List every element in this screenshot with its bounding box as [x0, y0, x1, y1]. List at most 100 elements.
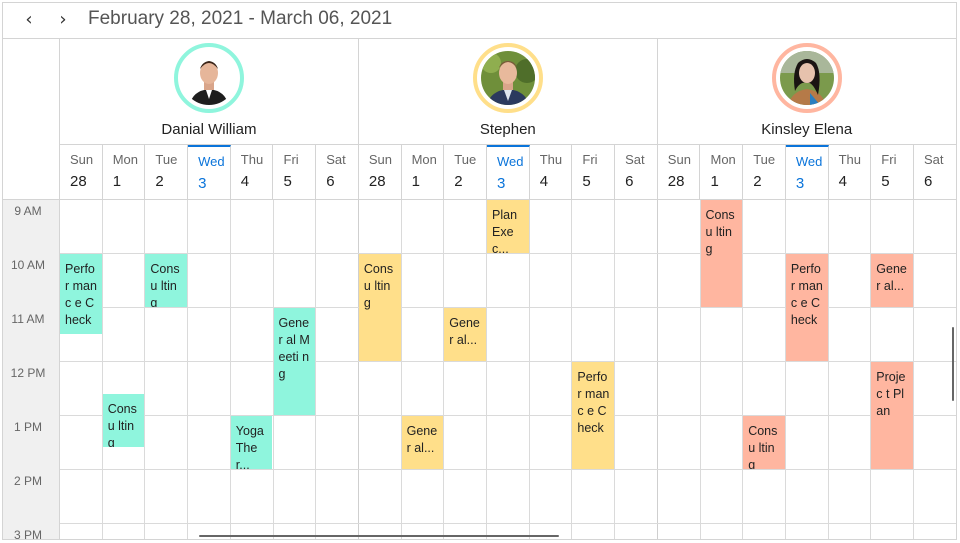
appointment[interactable]: Consu lting — [145, 254, 188, 307]
day-date: 28 — [667, 173, 685, 190]
appointment-subject: Gener al... — [406, 424, 438, 455]
appointment[interactable]: Gener al... — [871, 254, 913, 307]
time-label: 12 PM — [10, 366, 46, 380]
time-label: 11 AM — [11, 312, 45, 326]
avatar-photo — [182, 51, 237, 105]
day-date: 2 — [753, 173, 762, 190]
appointment[interactable]: Consu lting — [358, 254, 401, 361]
avatar-photo — [780, 51, 835, 105]
day-header[interactable]: Sat 6 — [914, 145, 956, 200]
next-week-button[interactable]: › — [53, 9, 73, 31]
appointment-subject: Perfor manc e Check — [65, 262, 97, 327]
day-header[interactable]: Fri 5 — [871, 145, 914, 200]
resource-name: Kinsley Elena — [761, 121, 853, 138]
appointment[interactable]: Perfor manc e Check — [785, 254, 828, 361]
day-header[interactable]: Sun 28 — [359, 145, 402, 200]
day-date: 6 — [625, 173, 634, 190]
day-name: Wed — [795, 154, 823, 169]
appointment[interactable]: Gener al... — [401, 416, 444, 469]
avatar — [473, 43, 544, 113]
resource-name: Stephen — [479, 121, 536, 138]
day-header[interactable]: Mon 1 — [701, 145, 744, 200]
avatar-photo — [481, 51, 536, 105]
date-range-label[interactable]: February 28, 2021 - March 06, 2021 — [88, 8, 392, 30]
grid-column-line — [614, 200, 616, 539]
day-name: Fri — [582, 152, 598, 167]
day-header[interactable]: Tue 2 — [145, 145, 189, 200]
appointment-subject: Plan Exec... — [492, 208, 518, 253]
day-date: 2 — [454, 173, 463, 190]
day-date: 3 — [198, 175, 207, 192]
grid-column-line — [400, 200, 402, 539]
appointment[interactable]: Gener al Meeti ng — [273, 308, 316, 415]
day-header[interactable]: Thu 4 — [530, 145, 573, 200]
day-name: Fri — [881, 152, 897, 167]
grid-hour-line — [60, 469, 956, 470]
day-name: Tue — [155, 152, 178, 167]
time-label: 2 PM — [13, 474, 42, 488]
appointment-subject: Consu lting — [150, 262, 180, 307]
day-header[interactable]: Thu 4 — [829, 145, 872, 200]
grid-column-line — [443, 200, 445, 539]
day-date: 5 — [283, 173, 292, 190]
grid-hour-line — [60, 415, 956, 416]
day-header[interactable]: Sun 28 — [60, 145, 103, 200]
resource-name: Danial William — [161, 121, 257, 138]
day-header[interactable]: Sun 28 — [658, 145, 701, 200]
day-header[interactable]: Thu 4 — [231, 145, 274, 200]
vertical-scrollbar[interactable] — [952, 327, 954, 401]
horizontal-scrollbar[interactable] — [199, 535, 559, 537]
day-header[interactable]: Tue 2 — [743, 145, 786, 200]
day-header[interactable]: Sat 6 — [316, 145, 359, 200]
appointment[interactable]: Perfor manc e Check — [572, 362, 615, 469]
day-date: 6 — [326, 173, 335, 190]
resource-header: Kinsley Elena — [657, 39, 956, 145]
day-name: Sun — [70, 152, 94, 167]
resource-header: Stephen — [358, 39, 658, 145]
appointment-subject: Yoga Ther... — [235, 424, 264, 469]
appointment[interactable]: Gener al... — [444, 308, 486, 361]
day-header[interactable]: Fri 5 — [572, 145, 616, 200]
day-name: Wed — [497, 154, 524, 169]
day-name: Sun — [368, 152, 393, 167]
appointment[interactable]: Plan Exec... — [487, 200, 529, 253]
grid-hour-line — [60, 523, 956, 524]
day-date: 5 — [582, 173, 591, 190]
time-column: 9 AM 10 AM 11 AM 12 PM 1 PM 2 PM 3 PM — [3, 200, 60, 540]
day-date: 3 — [497, 175, 506, 192]
day-date: 4 — [240, 173, 250, 190]
schedule-grid[interactable]: Perfor manc e Check Consu lting Gener al M… — [60, 200, 956, 539]
appointment[interactable]: Perfor manc e Check — [60, 254, 102, 334]
day-date: 3 — [795, 175, 805, 192]
day-header[interactable]: Wed 3 — [785, 145, 829, 200]
appointment[interactable]: Consu lting — [700, 200, 743, 307]
day-header[interactable]: Mon 1 — [103, 145, 146, 200]
day-header[interactable]: Fri 5 — [274, 145, 317, 200]
avatar — [772, 43, 843, 113]
day-date: 6 — [924, 173, 933, 190]
appointment-subject: Perfor manc e Check — [790, 262, 823, 327]
day-header[interactable]: Tue 2 — [444, 145, 487, 200]
appointment[interactable]: Consu lting — [102, 394, 145, 448]
appointment[interactable]: Projec t Plan — [871, 362, 913, 469]
grid-column-line — [357, 200, 359, 539]
day-header[interactable]: Sat 6 — [615, 145, 658, 200]
day-name: Mon — [112, 152, 138, 167]
grid-column-line — [827, 200, 829, 539]
day-header[interactable]: Wed 3 — [188, 145, 231, 200]
grid-hour-line — [60, 361, 956, 362]
day-header[interactable]: Mon 1 — [402, 145, 445, 200]
day-name: Tue — [753, 152, 776, 167]
appointment-subject: Consu lting — [107, 402, 137, 448]
day-date: 28 — [70, 173, 87, 190]
appointment[interactable]: Yoga Ther... — [230, 416, 273, 469]
resource-header: Danial William — [60, 39, 359, 145]
day-header[interactable]: Wed 3 — [487, 145, 530, 200]
previous-week-button[interactable]: ‹ — [19, 9, 39, 31]
day-name: Sat — [326, 152, 346, 167]
appointment-subject: Gener al... — [876, 262, 907, 293]
day-date: 4 — [539, 173, 549, 190]
time-label: 3 PM — [13, 528, 42, 540]
scheduler: ‹ › February 28, 2021 - March 06, 2021 D… — [2, 2, 957, 540]
appointment[interactable]: Consu lting — [743, 416, 785, 469]
